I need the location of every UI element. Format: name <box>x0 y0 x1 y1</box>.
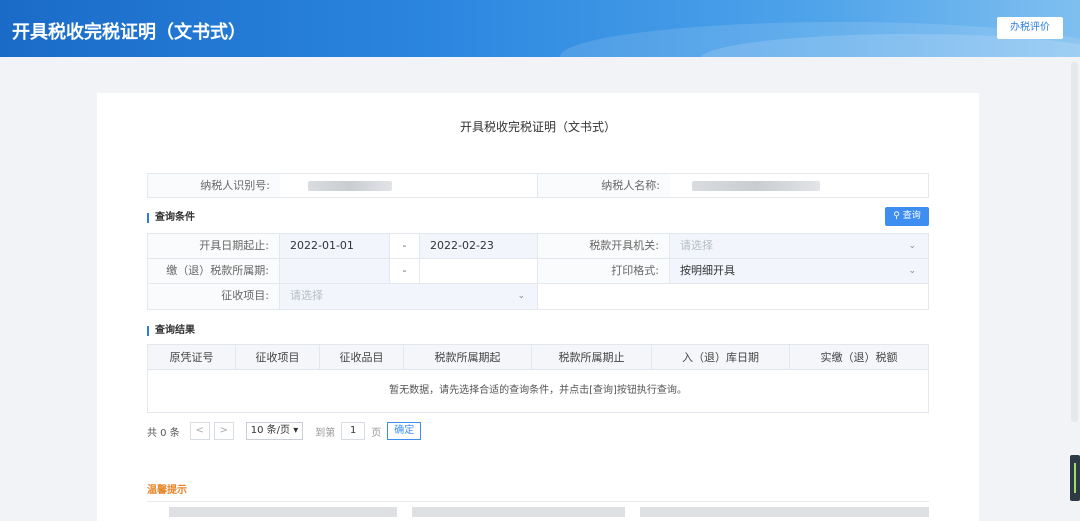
column-header: 税款所属期止 <box>532 345 652 369</box>
column-header: 实缴（退）税额 <box>820 351 898 364</box>
search-button-label: 查询 <box>902 211 921 221</box>
taxpayer-id-value <box>280 174 538 197</box>
page-size-value: 10 条/页 <box>250 425 291 436</box>
levy-item-select[interactable]: 请选择 ⌄ <box>280 284 538 309</box>
chevron-down-icon: ⌄ <box>908 266 916 276</box>
app-title: 开具税收完税证明（文书式） <box>12 22 246 43</box>
tips-text-cutoff <box>169 507 929 517</box>
results-table-header: 原凭证号 征收项目 征收品目 税款所属期起 税款所属期止 入（退）库日期 实缴（… <box>148 345 928 370</box>
query-row-dates: 开具日期起止: 2022-01-01 - 2022-02-23 税款开具机关: … <box>148 234 928 259</box>
page-unit-label: 页 <box>371 427 382 439</box>
next-page-button[interactable]: > <box>213 422 234 440</box>
taxpayer-info-row: 纳税人识别号: 纳税人名称: <box>147 173 929 198</box>
main-card: 开具税收完税证明（文书式） 纳税人识别号: 纳税人名称: 查询条件 ⚲ 查询 开… <box>97 93 979 521</box>
tax-office-label: 税款开具机关: <box>538 234 670 258</box>
query-section-title: 查询条件 <box>147 213 195 223</box>
issue-date-to-input[interactable]: 2022-02-23 <box>420 234 538 258</box>
results-section-title: 查询结果 <box>147 326 195 336</box>
goto-page-input[interactable]: 1 <box>341 422 366 440</box>
query-form: 开具日期起止: 2022-01-01 - 2022-02-23 税款开具机关: … <box>147 233 929 310</box>
date-separator: - <box>390 234 420 258</box>
period-separator: - <box>390 259 420 283</box>
print-format-value: 按明细开具 <box>680 264 735 277</box>
chevron-down-icon: ⌄ <box>908 241 916 251</box>
redacted-taxpayer-id <box>308 181 392 191</box>
chevron-down-icon: ⌄ <box>517 291 525 301</box>
print-format-select[interactable]: 按明细开具 ⌄ <box>670 259 928 283</box>
chevron-down-icon: ▾ <box>293 425 299 436</box>
side-widget-handle[interactable] <box>1070 455 1080 501</box>
print-format-label: 打印格式: <box>538 259 670 283</box>
levy-item-placeholder: 请选择 <box>290 289 323 302</box>
column-header: 税款所属期起 <box>404 345 532 369</box>
column-header: 征收项目 <box>236 345 320 369</box>
prev-page-button[interactable]: < <box>189 422 210 440</box>
column-header: 征收品目 <box>320 345 404 369</box>
app-header: 开具税收完税证明（文书式） 办税评价 <box>0 0 1080 57</box>
levy-item-label: 征收项目: <box>148 284 280 309</box>
taxpayer-id-label: 纳税人识别号: <box>148 174 280 197</box>
column-header: 入（退）库日期 <box>652 345 790 369</box>
goto-confirm-button[interactable]: 确定 <box>387 422 422 440</box>
page-title: 开具税收完税证明（文书式） <box>459 120 616 134</box>
empty-results-message: 暂无数据，请先选择合适的查询条件，并点击[查询]按钮执行查询。 <box>389 385 687 396</box>
tax-evaluation-button[interactable]: 办税评价 <box>997 17 1063 39</box>
page-size-select[interactable]: 10 条/页 ▾ <box>245 422 304 440</box>
period-to-input[interactable] <box>420 259 538 283</box>
query-row-levy: 征收项目: 请选择 ⌄ <box>148 284 928 309</box>
issue-date-from-input[interactable]: 2022-01-01 <box>280 234 390 258</box>
page-scrollbar[interactable] <box>1071 62 1078 422</box>
goto-label: 到第 <box>315 427 336 439</box>
search-icon: ⚲ <box>893 211 900 221</box>
total-count: 共 0 条 <box>147 427 180 439</box>
search-button[interactable]: ⚲ 查询 <box>885 207 929 226</box>
taxpayer-name-value <box>670 174 928 197</box>
pagination: 共 0 条 < > 10 条/页 ▾ 到第 1 页 确定 <box>147 421 422 441</box>
empty-cell <box>538 284 928 309</box>
issue-date-label: 开具日期起止: <box>148 234 280 258</box>
tax-office-select[interactable]: 请选择 ⌄ <box>670 234 928 258</box>
column-header: 原凭证号 <box>148 345 236 369</box>
results-table: 原凭证号 征收项目 征收品目 税款所属期起 税款所属期止 入（退）库日期 实缴（… <box>147 344 929 413</box>
period-label: 缴（退）税款所属期: <box>148 259 280 283</box>
tax-office-placeholder: 请选择 <box>680 239 713 252</box>
tips-title: 温馨提示 <box>147 485 187 496</box>
taxpayer-name-label: 纳税人名称: <box>538 174 670 197</box>
query-row-period: 缴（退）税款所属期: - 打印格式: 按明细开具 ⌄ <box>148 259 928 284</box>
period-from-input[interactable] <box>280 259 390 283</box>
redacted-taxpayer-name <box>692 181 820 191</box>
tips-divider <box>147 501 929 502</box>
